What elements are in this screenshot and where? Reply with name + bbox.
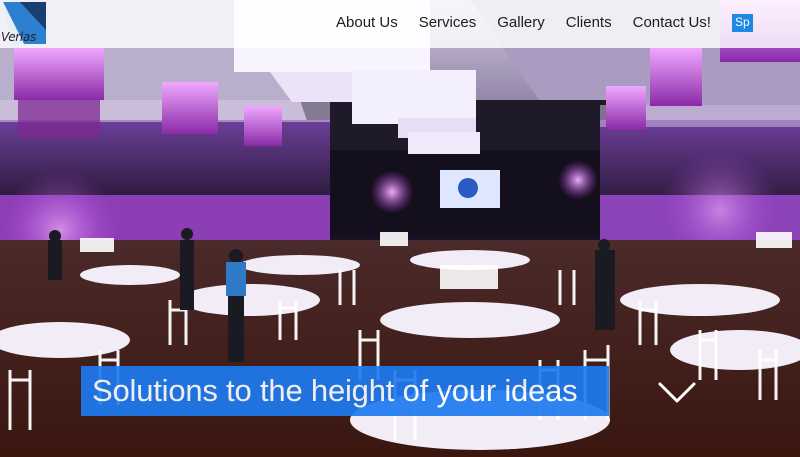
- nav-contact-us[interactable]: Contact Us!: [633, 13, 711, 33]
- hero-tagline-banner: Solutions to the height of your ideas: [81, 366, 609, 416]
- brand-wordmark: Verlas: [1, 30, 36, 44]
- nav-clients[interactable]: Clients: [566, 13, 612, 33]
- nav-gallery[interactable]: Gallery: [497, 13, 545, 33]
- scroll-down-button[interactable]: [657, 380, 697, 406]
- chevron-down-icon: [658, 382, 696, 403]
- language-switch-button[interactable]: Sp: [731, 14, 753, 32]
- brand-logo[interactable]: Verlas: [0, 0, 48, 46]
- main-nav: About Us Services Gallery Clients Contac…: [336, 13, 753, 33]
- hero-tagline: Solutions to the height of your ideas: [92, 373, 578, 408]
- nav-about-us[interactable]: About Us: [336, 13, 398, 33]
- nav-services[interactable]: Services: [419, 13, 477, 33]
- site-header: Verlas About Us Services Gallery Clients…: [0, 0, 800, 48]
